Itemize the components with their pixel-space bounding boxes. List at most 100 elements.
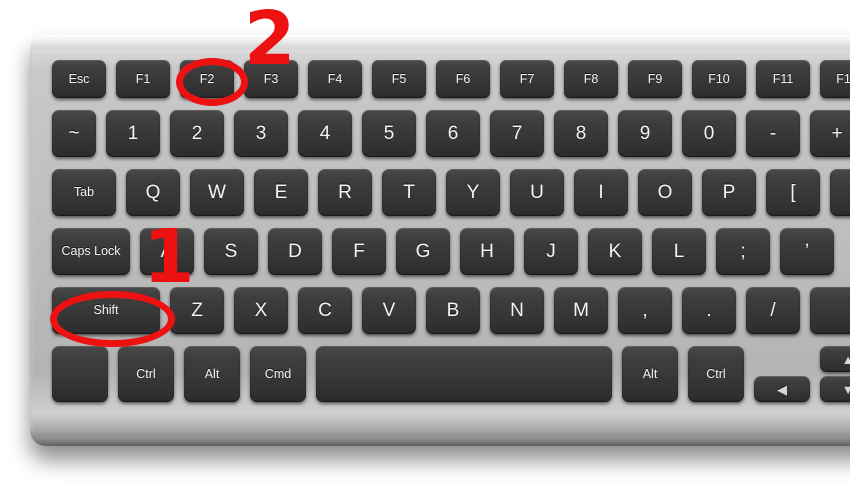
key-arrow-up[interactable]: ▲ xyxy=(820,346,850,372)
key-z[interactable]: Z xyxy=(170,287,224,334)
key-f[interactable]: F xyxy=(332,228,386,275)
key-7-label: 7 xyxy=(511,123,523,144)
key-u-label: U xyxy=(530,182,544,203)
key-n-label: N xyxy=(510,300,524,321)
key-v-label: V xyxy=(382,300,396,321)
key-i[interactable]: I xyxy=(574,169,628,216)
key-o[interactable]: O xyxy=(638,169,692,216)
key-m[interactable]: M xyxy=(554,287,608,334)
key-ctrl-left[interactable]: Ctrl xyxy=(118,346,174,402)
key-fn[interactable] xyxy=(52,346,108,402)
key-6[interactable]: 6 xyxy=(426,110,480,157)
key-2-label: 2 xyxy=(191,123,203,144)
key-caps-lock-label: Caps Lock xyxy=(61,244,121,259)
key-a[interactable]: A xyxy=(140,228,194,275)
key-y[interactable]: Y xyxy=(446,169,500,216)
key-cmd-left[interactable]: Cmd xyxy=(250,346,306,402)
key-arrow-down-label: ▼ xyxy=(841,381,850,397)
key-3[interactable]: 3 xyxy=(234,110,288,157)
key-9-label: 9 xyxy=(639,123,651,144)
key-f9-label: F9 xyxy=(647,71,663,86)
key-s[interactable]: S xyxy=(204,228,258,275)
key-f8-label: F8 xyxy=(583,71,599,86)
key-l[interactable]: L xyxy=(652,228,706,275)
key-n[interactable]: N xyxy=(490,287,544,334)
key-k[interactable]: K xyxy=(588,228,642,275)
key-tab[interactable]: Tab xyxy=(52,169,116,216)
key-shift-left[interactable]: Shift xyxy=(52,287,160,334)
key-h[interactable]: H xyxy=(460,228,514,275)
key-c[interactable]: C xyxy=(298,287,352,334)
key-w[interactable]: W xyxy=(190,169,244,216)
key-q[interactable]: Q xyxy=(126,169,180,216)
key-shift-right[interactable] xyxy=(810,287,850,334)
key-f6[interactable]: F6 xyxy=(436,60,490,98)
key-f2[interactable]: F2 xyxy=(180,60,234,98)
key-alt-left[interactable]: Alt xyxy=(184,346,240,402)
key-apostrophe[interactable]: ’ xyxy=(780,228,834,275)
key-y-label: Y xyxy=(466,182,480,203)
key-t-label: T xyxy=(403,182,415,203)
key-v[interactable]: V xyxy=(362,287,416,334)
key-comma[interactable]: , xyxy=(618,287,672,334)
key-f11[interactable]: F11 xyxy=(756,60,810,98)
key-alt-right[interactable]: Alt xyxy=(622,346,678,402)
key-7[interactable]: 7 xyxy=(490,110,544,157)
key-bracket-right[interactable] xyxy=(830,169,850,216)
key-minus[interactable]: - xyxy=(746,110,800,157)
key-g[interactable]: G xyxy=(396,228,450,275)
key-x-label: X xyxy=(254,300,268,321)
key-plus[interactable]: + xyxy=(810,110,850,157)
key-k-label: K xyxy=(608,241,622,262)
key-f10[interactable]: F10 xyxy=(692,60,746,98)
key-e[interactable]: E xyxy=(254,169,308,216)
key-comma-label: , xyxy=(642,300,648,321)
key-d[interactable]: D xyxy=(268,228,322,275)
key-6-label: 6 xyxy=(447,123,459,144)
key-p[interactable]: P xyxy=(702,169,756,216)
key-arrow-down[interactable]: ▼ xyxy=(820,376,850,402)
key-x[interactable]: X xyxy=(234,287,288,334)
key-semicolon[interactable]: ; xyxy=(716,228,770,275)
key-f3-label: F3 xyxy=(263,71,279,86)
key-f9[interactable]: F9 xyxy=(628,60,682,98)
key-tilde[interactable]: ~ xyxy=(52,110,96,157)
key-space[interactable] xyxy=(316,346,612,402)
key-f4[interactable]: F4 xyxy=(308,60,362,98)
key-bracket-left[interactable]: [ xyxy=(766,169,820,216)
key-arrow-left[interactable]: ◀ xyxy=(754,376,810,402)
key-2[interactable]: 2 xyxy=(170,110,224,157)
key-5[interactable]: 5 xyxy=(362,110,416,157)
key-j[interactable]: J xyxy=(524,228,578,275)
key-f11-label: F11 xyxy=(772,71,794,86)
key-alt-right-label: Alt xyxy=(642,366,658,381)
key-ctrl-right-label: Ctrl xyxy=(706,366,726,381)
key-f7[interactable]: F7 xyxy=(500,60,554,98)
key-f8[interactable]: F8 xyxy=(564,60,618,98)
key-caps-lock[interactable]: Caps Lock xyxy=(52,228,130,275)
key-f3[interactable]: F3 xyxy=(244,60,298,98)
key-r-label: R xyxy=(338,182,352,203)
key-arrow-left-label: ◀ xyxy=(777,381,787,397)
key-period[interactable]: . xyxy=(682,287,736,334)
key-0[interactable]: 0 xyxy=(682,110,736,157)
key-4[interactable]: 4 xyxy=(298,110,352,157)
key-slash[interactable]: / xyxy=(746,287,800,334)
key-0-label: 0 xyxy=(703,123,715,144)
key-f1[interactable]: F1 xyxy=(116,60,170,98)
key-r[interactable]: R xyxy=(318,169,372,216)
key-ctrl-right[interactable]: Ctrl xyxy=(688,346,744,402)
key-u[interactable]: U xyxy=(510,169,564,216)
key-f5[interactable]: F5 xyxy=(372,60,426,98)
key-t[interactable]: T xyxy=(382,169,436,216)
key-8[interactable]: 8 xyxy=(554,110,608,157)
key-b[interactable]: B xyxy=(426,287,480,334)
key-f12[interactable]: F12 xyxy=(820,60,850,98)
key-esc[interactable]: Esc xyxy=(52,60,106,98)
key-1[interactable]: 1 xyxy=(106,110,160,157)
key-esc-label: Esc xyxy=(68,71,90,86)
key-9[interactable]: 9 xyxy=(618,110,672,157)
key-ctrl-left-label: Ctrl xyxy=(136,366,156,381)
key-m-label: M xyxy=(573,300,589,321)
key-apostrophe-label: ’ xyxy=(804,241,810,262)
